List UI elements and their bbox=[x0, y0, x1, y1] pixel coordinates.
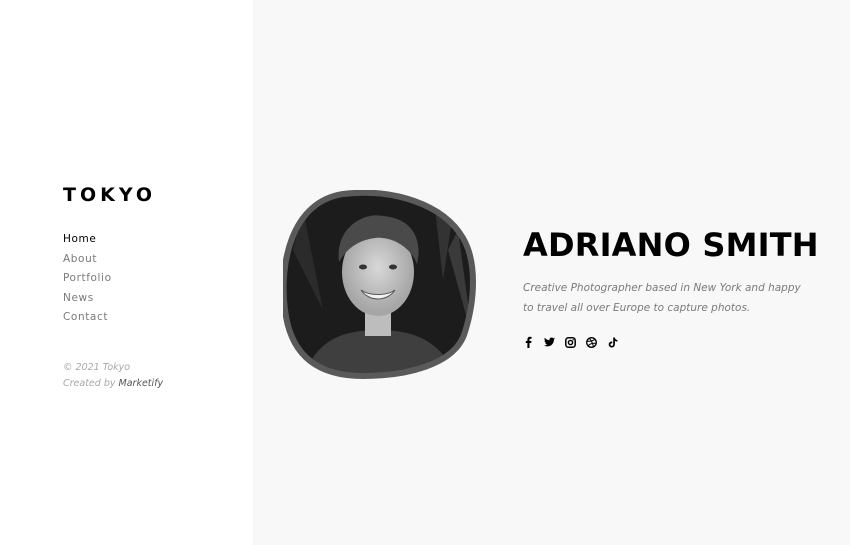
main-content: ADRIANO SMITH Creative Photographer base… bbox=[253, 0, 850, 545]
nav-item-home[interactable]: Home bbox=[63, 232, 112, 252]
dribbble-icon[interactable] bbox=[586, 336, 597, 348]
hero-bio: Creative Photographer based in New York … bbox=[523, 279, 823, 318]
bio-line-1: Creative Photographer based in New York … bbox=[523, 282, 801, 294]
social-links bbox=[523, 336, 618, 348]
copyright-text: © 2021 Tokyo bbox=[63, 362, 131, 373]
instagram-icon[interactable] bbox=[565, 336, 576, 348]
credit-brand-link[interactable]: Marketify bbox=[119, 378, 164, 389]
twitter-icon[interactable] bbox=[544, 336, 555, 348]
nav-item-about[interactable]: About bbox=[63, 252, 112, 272]
avatar bbox=[283, 190, 481, 382]
logo[interactable]: TOKYO bbox=[63, 184, 156, 206]
credit-line: Created by Marketify bbox=[63, 376, 163, 392]
tiktok-icon[interactable] bbox=[607, 336, 618, 348]
nav-item-contact[interactable]: Contact bbox=[63, 310, 112, 330]
nav-item-news[interactable]: News bbox=[63, 291, 112, 311]
credit-prefix: Created by bbox=[63, 377, 116, 389]
main-nav: Home About Portfolio News Contact bbox=[63, 232, 112, 330]
nav-item-portfolio[interactable]: Portfolio bbox=[63, 271, 112, 291]
hero-name: ADRIANO SMITH bbox=[523, 226, 819, 264]
sidebar: TOKYO Home About Portfolio News Contact … bbox=[0, 0, 253, 545]
facebook-icon[interactable] bbox=[523, 336, 534, 348]
avatar-image bbox=[283, 190, 476, 380]
bio-line-2: to travel all over Europe to capture pho… bbox=[523, 301, 751, 314]
copyright: © 2021 Tokyo Created by Marketify bbox=[63, 360, 163, 391]
